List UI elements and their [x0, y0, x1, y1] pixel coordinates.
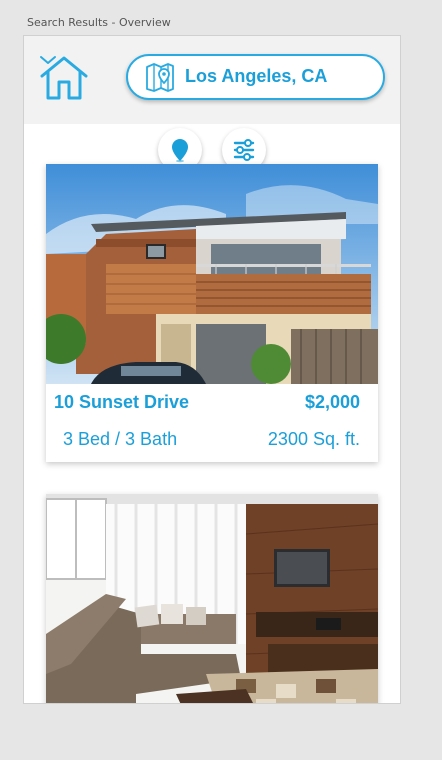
home-menu-button[interactable] [39, 54, 109, 102]
chevron-down-icon [40, 56, 56, 64]
listing-card[interactable]: 10 Sunset Drive $2,000 3 Bed / 3 Bath 23… [46, 164, 378, 462]
map-pin-icon [146, 63, 174, 92]
phone-screen: Los Angeles, CA 10 Sunset Drive $2,000 3… [24, 36, 400, 703]
listing-price: $2,000 [304, 392, 360, 412]
artboard-title: Search Results - Overview [27, 16, 171, 29]
location-label: Los Angeles, CA [185, 66, 328, 86]
listing-card[interactable] [46, 494, 378, 703]
listing-address: 10 Sunset Drive [54, 392, 190, 412]
listing-area: 2300 Sq. ft. [267, 429, 360, 449]
listing-photo [46, 164, 378, 384]
location-selector[interactable]: Los Angeles, CA [126, 54, 385, 100]
listing-photo [46, 494, 378, 703]
header-bar: Los Angeles, CA [24, 36, 400, 124]
listing-beds-baths: 3 Bed / 3 Bath [63, 429, 178, 449]
